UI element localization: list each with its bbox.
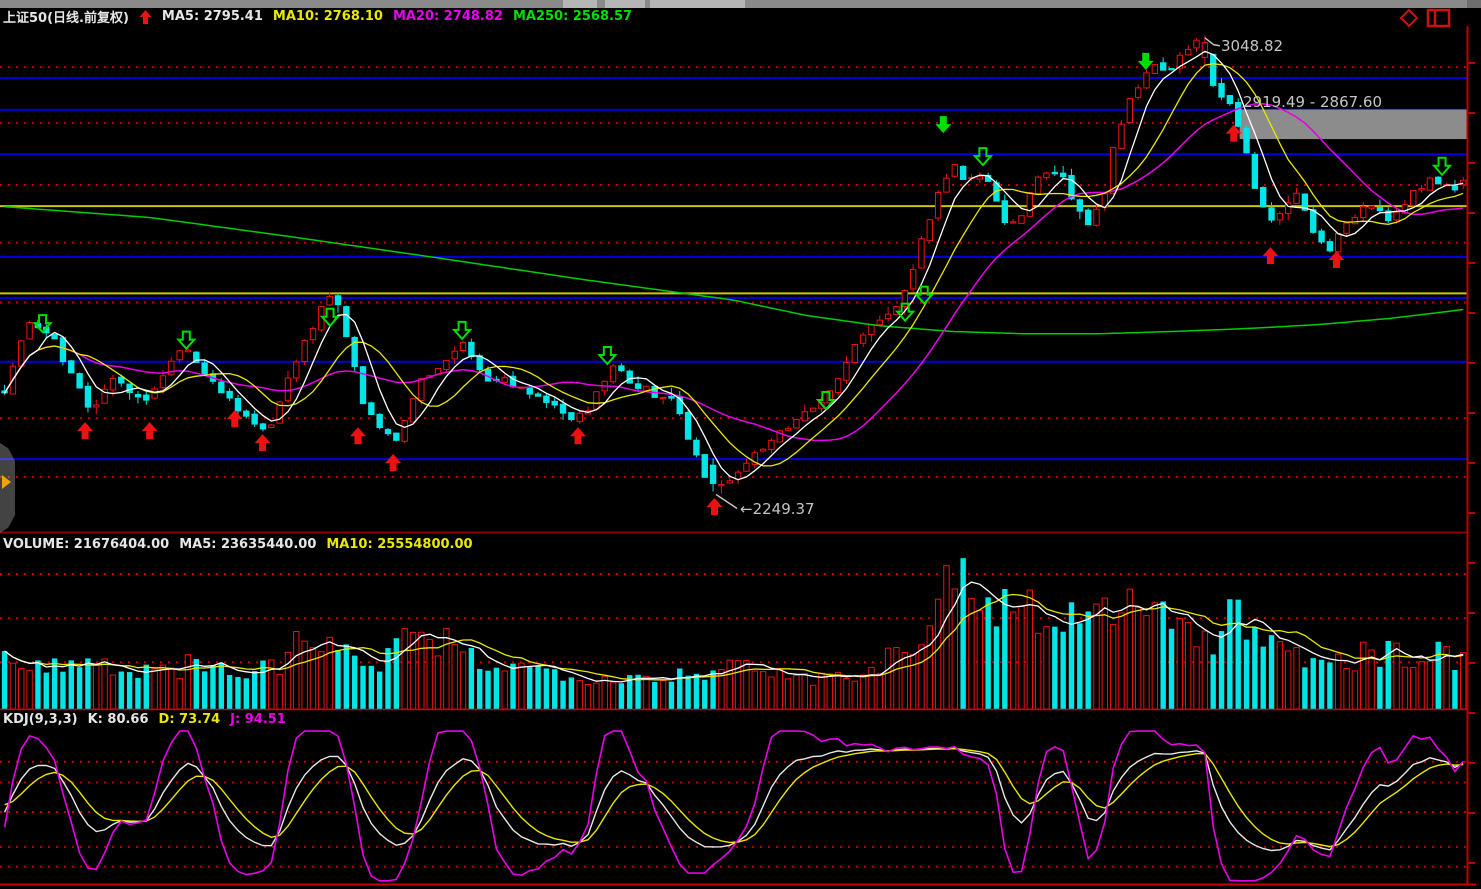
chart-canvas[interactable] (0, 0, 1481, 889)
stock-chart-app-window: 上证50(日线.前复权) MA5: 2795.41 MA10: 2768.10 … (0, 0, 1481, 889)
volume-ma5-value: MA5: 23635440.00 (179, 537, 316, 552)
expand-arrow-icon[interactable] (2, 475, 11, 489)
peak-price-annotation: 3048.82 (1221, 37, 1283, 55)
up-arrow-icon (139, 9, 152, 25)
volume-value: VOLUME: 21676404.00 (3, 537, 169, 552)
ma20-value: MA20: 2748.82 (393, 9, 503, 24)
kdj-d-value: D: 73.74 (159, 712, 221, 727)
ma250-value: MA250: 2568.57 (513, 9, 632, 24)
kdj-indicator-name: KDJ(9,3,3) (3, 712, 78, 727)
diamond-icon[interactable] (1398, 8, 1420, 28)
kdj-header-row: KDJ(9,3,3) K: 80.66 D: 73.74 J: 94.51 (3, 711, 286, 728)
symbol-title: 上证50(日线.前复权) (3, 7, 129, 26)
kdj-k-value: K: 80.66 (88, 712, 149, 727)
kdj-j-value: J: 94.51 (230, 712, 286, 727)
chart-title-row: 上证50(日线.前复权) MA5: 2795.41 MA10: 2768.10 … (3, 8, 632, 25)
split-window-icon[interactable] (1426, 8, 1452, 28)
ma10-value: MA10: 2768.10 (273, 9, 383, 24)
volume-header-row: VOLUME: 21676404.00 MA5: 23635440.00 MA1… (3, 536, 473, 553)
gap-range-annotation: 2919.49 - 2867.60 (1243, 93, 1382, 111)
volume-ma10-value: MA10: 25554800.00 (326, 537, 472, 552)
ma5-value: MA5: 2795.41 (162, 9, 263, 24)
window-corner-icons (1398, 8, 1458, 28)
low-price-annotation: ←2249.37 (740, 500, 815, 518)
